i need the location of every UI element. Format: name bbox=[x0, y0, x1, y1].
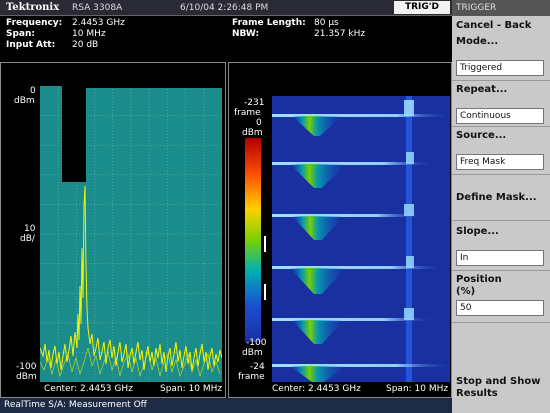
spectrum-top-value: 0 bbox=[30, 86, 36, 96]
slope-button[interactable]: Slope... bbox=[456, 226, 499, 237]
source-button[interactable]: Source... bbox=[456, 130, 506, 141]
colorbar-bottom-value: -100 bbox=[246, 338, 267, 348]
define-mask-button[interactable]: Define Mask... bbox=[456, 192, 537, 203]
nbw-label: NBW: bbox=[232, 29, 260, 39]
spectrogram-plot-area[interactable] bbox=[272, 96, 450, 382]
spectrum-div-unit: dB/ bbox=[20, 234, 35, 244]
spectrogram-graph bbox=[272, 96, 450, 382]
menu-separator bbox=[452, 80, 550, 81]
spectrum-graph bbox=[39, 86, 223, 382]
spectrum-span-label: Span: 10 MHz bbox=[160, 384, 223, 394]
colorbar-top-value: 0 bbox=[256, 118, 262, 128]
spectrum-center-label: Center: 2.4453 GHz bbox=[44, 384, 133, 394]
repeat-button[interactable]: Repeat... bbox=[456, 84, 507, 95]
input-att-label: Input Att: bbox=[6, 40, 56, 50]
cancel-back-button[interactable]: Cancel - Back bbox=[456, 20, 531, 31]
colorbar-marker-lower bbox=[264, 284, 266, 300]
menu-separator bbox=[452, 174, 550, 175]
position-unit: (%) bbox=[456, 286, 476, 297]
top-status-bar: Tektronix RSA 3308A 6/10/04 2:26:48 PM T… bbox=[0, 0, 452, 16]
model-label: RSA 3308A bbox=[72, 3, 123, 13]
mode-button[interactable]: Mode... bbox=[456, 36, 498, 47]
menu-separator bbox=[452, 220, 550, 221]
position-value[interactable]: 50 bbox=[456, 300, 544, 316]
spectrogram-span-label: Span: 10 MHz bbox=[386, 384, 449, 394]
input-att-value: 20 dB bbox=[72, 40, 99, 50]
frequency-mask-top bbox=[86, 86, 222, 88]
spectrogram-center-label: Center: 2.4453 GHz bbox=[272, 384, 361, 394]
spectrogram-frame-top-unit: frame bbox=[234, 108, 261, 118]
span-label: Span: bbox=[6, 29, 36, 39]
span-value: 10 MHz bbox=[72, 29, 106, 39]
frequency-value: 2.4453 GHz bbox=[72, 18, 125, 28]
position-label[interactable]: Position bbox=[456, 274, 502, 285]
colorbar-graphic bbox=[245, 138, 261, 342]
analyzer-screen: Tektronix RSA 3308A 6/10/04 2:26:48 PM T… bbox=[0, 0, 452, 413]
frequency-mask bbox=[62, 86, 86, 182]
measurement-params: Frequency: 2.4453 GHz Span: 10 MHz Input… bbox=[0, 16, 452, 62]
slope-value[interactable]: In bbox=[456, 250, 544, 266]
spectrum-div-value: 10 bbox=[24, 224, 36, 234]
nbw-value: 21.357 kHz bbox=[314, 29, 366, 39]
spectrum-top-unit: dBm bbox=[14, 96, 35, 106]
stop-show-button[interactable]: Stop and Show bbox=[456, 376, 540, 387]
datetime-label: 6/10/04 2:26:48 PM bbox=[180, 3, 269, 13]
brand-logo: Tektronix bbox=[6, 2, 60, 13]
colorbar-marker-upper bbox=[264, 236, 266, 252]
spectrum-bottom-value: -100 bbox=[16, 362, 37, 372]
trigger-status-badge: TRIG'D bbox=[394, 1, 450, 14]
spectrum-bottom-unit: dBm bbox=[16, 372, 37, 382]
menu-separator bbox=[452, 126, 550, 127]
colorbar-bottom-unit: dBm bbox=[242, 348, 263, 358]
frequency-label: Frequency: bbox=[6, 18, 63, 28]
spectrogram-frame-top: -231 bbox=[244, 98, 265, 108]
menu-separator bbox=[452, 270, 550, 271]
spectrogram-frame-bottom: -24 bbox=[250, 362, 265, 372]
trigger-menu: TRIGGER Cancel - Back Mode... Triggered … bbox=[452, 0, 550, 413]
measurement-status: RealTime S/A: Measurement Off bbox=[0, 398, 452, 413]
menu-title: TRIGGER bbox=[452, 0, 550, 16]
menu-separator bbox=[452, 322, 550, 323]
repeat-value[interactable]: Continuous bbox=[456, 108, 544, 124]
colorbar-top-unit: dBm bbox=[242, 128, 263, 138]
colorbar bbox=[245, 138, 261, 342]
spectrogram-frame-bottom-unit: frame bbox=[238, 372, 265, 382]
results-label[interactable]: Results bbox=[456, 388, 498, 399]
mode-value[interactable]: Triggered bbox=[456, 60, 544, 76]
frame-length-label: Frame Length: bbox=[232, 18, 306, 28]
spectrum-plot-area[interactable] bbox=[39, 86, 223, 382]
source-value[interactable]: Freq Mask bbox=[456, 154, 544, 170]
frame-length-value: 80 µs bbox=[314, 18, 339, 28]
